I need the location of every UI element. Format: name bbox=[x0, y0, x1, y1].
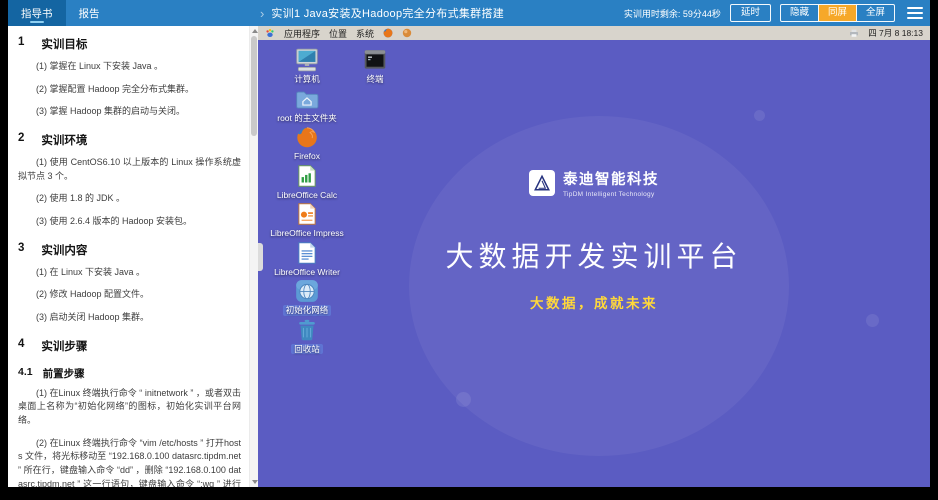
desktop-icon-label: Firefox bbox=[294, 151, 320, 161]
menu-applications[interactable]: 应用程序 bbox=[284, 27, 320, 40]
terminal-icon bbox=[362, 47, 388, 73]
firefox-icon bbox=[294, 124, 320, 150]
heading-text: 实训步骤 bbox=[41, 340, 88, 353]
menu-places[interactable]: 位置 bbox=[329, 27, 347, 40]
screenshot-tool-icon[interactable] bbox=[849, 28, 859, 38]
tab-bar: 指导书 报告 bbox=[8, 0, 113, 26]
doc-paragraph: (3) 使用 2.6.4 版本的 Hadoop 安装包。 bbox=[36, 216, 193, 227]
clock[interactable]: 四 7月 8 18:13 bbox=[868, 27, 923, 39]
heading-text: 实训目标 bbox=[41, 39, 88, 51]
doc-paragraph: (2) 在Linux 终端执行命令 “vim /etc/hosts ” 打开ho… bbox=[18, 437, 241, 487]
gnome-menubar: 应用程序 位置 系统 四 7月 8 18:13 bbox=[258, 26, 930, 40]
doc-subsection-heading: 4.1 前置步骤 bbox=[18, 366, 241, 381]
gnome-applications-icon[interactable] bbox=[265, 28, 275, 38]
desktop-icon-terminal[interactable]: 终端 bbox=[343, 47, 407, 85]
doc-paragraph: (3) 掌握 Hadoop 集群的启动与关闭。 bbox=[36, 106, 186, 117]
screen: 指导书 报告 › 实训1 Java安装及Hadoop完全分布式集群搭建 实训用时… bbox=[0, 0, 938, 500]
heading-number: 4.1 bbox=[18, 365, 33, 378]
chevron-right-icon: › bbox=[260, 5, 265, 21]
doc-section-heading: 3 实训内容 bbox=[18, 242, 241, 258]
heading-text: 实训内容 bbox=[41, 244, 88, 257]
scrollbar-thumb[interactable] bbox=[251, 36, 257, 136]
hide-button[interactable]: 隐藏 bbox=[781, 5, 818, 21]
trash-icon bbox=[294, 317, 320, 343]
active-tab-indicator bbox=[29, 21, 44, 23]
guidebook-content: 1 实训目标 (1) 掌握在 Linux 下安装 Java 。 (2) 掌握配置 Ha… bbox=[8, 26, 249, 487]
guidebook-panel: 1 实训目标 (1) 掌握在 Linux 下安装 Java 。 (2) 掌握配置 Ha… bbox=[8, 26, 258, 487]
remaining-time-label: 实训用时剩余: 59分44秒 bbox=[623, 8, 721, 19]
desktop-icon-label: 计算机 bbox=[294, 74, 320, 84]
doc-paragraph: (2) 掌握配置 Hadoop 完全分布式集群。 bbox=[36, 83, 195, 94]
heading-number: 2 bbox=[18, 132, 25, 145]
heading-text: 前置步骤 bbox=[42, 367, 85, 380]
linux-desktop[interactable]: 泰迪智能科技 TipDM Intelligent Technology 大数据开… bbox=[258, 40, 930, 487]
scroll-down-arrow-icon[interactable] bbox=[251, 480, 258, 484]
desktop-icon-trash[interactable]: 回收站 bbox=[275, 317, 339, 355]
split-screen-button[interactable]: 同屏 bbox=[817, 5, 856, 21]
doc-paragraph: (2) 修改 Hadoop 配置文件。 bbox=[36, 289, 150, 300]
desktop-icon-home-folder[interactable]: root 的主文件夹 bbox=[275, 86, 339, 124]
heading-number: 1 bbox=[18, 36, 25, 48]
tab-report[interactable]: 报告 bbox=[66, 0, 113, 26]
extend-time-button[interactable]: 延时 bbox=[729, 4, 771, 22]
desktop-icon-label: 终端 bbox=[366, 74, 384, 84]
desktop-icon-label: 回收站 bbox=[291, 343, 323, 355]
tab-guidebook-label: 指导书 bbox=[21, 7, 53, 20]
doc-paragraph: (1) 掌握在 Linux 下安装 Java 。 bbox=[36, 61, 164, 71]
heading-number: 3 bbox=[18, 241, 25, 254]
home-folder-icon bbox=[294, 86, 320, 112]
doc-section-heading: 2 实训环境 bbox=[18, 132, 241, 148]
breadcrumb: › 实训1 Java安装及Hadoop完全分布式集群搭建 bbox=[260, 0, 504, 26]
scroll-up-arrow-icon[interactable] bbox=[251, 29, 258, 33]
doc-paragraph: (1) 在 Linux 下安装 Java 。 bbox=[36, 266, 146, 277]
hamburger-menu-icon[interactable] bbox=[907, 7, 923, 19]
training-platform-window: 指导书 报告 › 实训1 Java安装及Hadoop完全分布式集群搭建 实训用时… bbox=[8, 0, 930, 487]
company-name: 泰迪智能科技 bbox=[563, 172, 659, 188]
doc-scrollbar[interactable] bbox=[249, 26, 258, 487]
platform-headline: 大数据开发实训平台 bbox=[445, 241, 743, 272]
panel-collapse-handle[interactable] bbox=[258, 243, 263, 271]
fullscreen-button[interactable]: 全屏 bbox=[855, 5, 894, 21]
desktop-icon-computer[interactable]: 计算机 bbox=[275, 47, 339, 85]
heading-number: 4 bbox=[18, 337, 25, 350]
tipdm-logo-icon bbox=[529, 170, 555, 196]
desktop-icon-label: root 的主文件夹 bbox=[277, 112, 337, 123]
desktop-icon-firefox[interactable]: Firefox bbox=[275, 124, 339, 162]
doc-paragraph: (2) 使用 1.8 的 JDK 。 bbox=[36, 193, 126, 204]
doc-section-heading: 1 实训目标 bbox=[18, 36, 241, 52]
tab-guidebook[interactable]: 指导书 bbox=[8, 0, 66, 26]
heading-text: 实训环境 bbox=[41, 135, 88, 148]
platform-slogan: 大数据，成就未来 bbox=[530, 296, 658, 311]
firefox-icon[interactable] bbox=[383, 28, 393, 38]
company-name-english: TipDM Intelligent Technology bbox=[563, 191, 655, 198]
view-mode-group: 隐藏 同屏 全屏 bbox=[779, 4, 895, 22]
wallpaper-branding: 泰迪智能科技 TipDM Intelligent Technology 大数据开… bbox=[258, 168, 930, 312]
network-tool-icon[interactable] bbox=[402, 28, 412, 38]
doc-paragraph: (1) 在Linux 终端执行命令 “ initnetwork ” ，或者双击桌… bbox=[18, 387, 241, 426]
doc-paragraph: (1) 使用 CentOS6.10 以上版本的 Linux 操作系统虚拟节点 3… bbox=[18, 157, 241, 181]
doc-section-heading: 4 实训步骤 bbox=[18, 338, 241, 354]
computer-icon bbox=[294, 47, 320, 73]
doc-paragraph: (3) 启动关闭 Hadoop 集群。 bbox=[36, 312, 150, 323]
page-title: 实训1 Java安装及Hadoop完全分布式集群搭建 bbox=[271, 8, 505, 20]
menu-system[interactable]: 系统 bbox=[356, 27, 374, 40]
tab-report-label: 报告 bbox=[78, 7, 100, 20]
topbar-actions: 实训用时剩余: 59分44秒 延时 隐藏 同屏 全屏 bbox=[624, 0, 923, 26]
top-bar: 指导书 报告 › 实训1 Java安装及Hadoop完全分布式集群搭建 实训用时… bbox=[8, 0, 930, 26]
